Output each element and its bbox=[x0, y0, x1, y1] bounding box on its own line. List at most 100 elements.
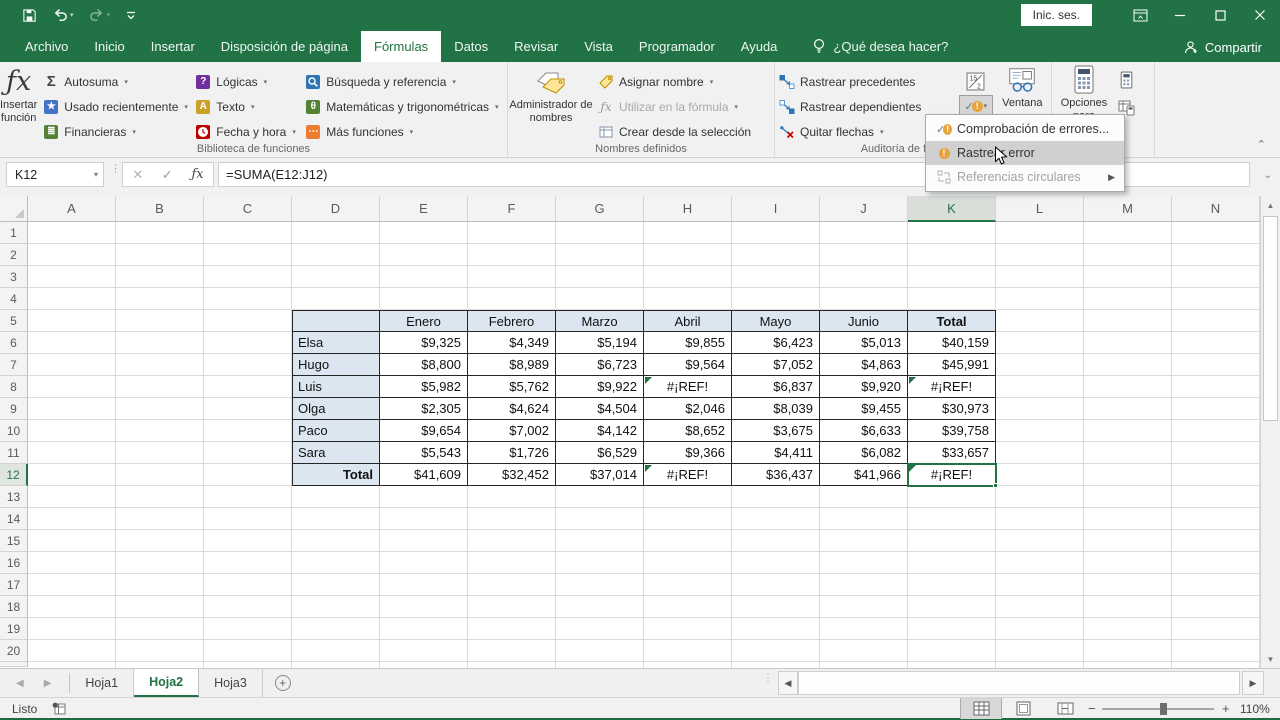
row-header-2[interactable]: 2 bbox=[0, 244, 28, 266]
sign-in-button[interactable]: Inic. ses. bbox=[1021, 4, 1092, 26]
row-header-13[interactable]: 13 bbox=[0, 486, 28, 508]
cell-H7[interactable]: $9,564 bbox=[644, 354, 732, 376]
scroll-down-button[interactable]: ▼ bbox=[1261, 650, 1280, 668]
column-header-B[interactable]: B bbox=[116, 196, 204, 222]
cancel-icon[interactable]: ✕ bbox=[132, 167, 143, 183]
cell-H5[interactable]: Abril bbox=[644, 310, 732, 332]
zoom-slider-thumb[interactable] bbox=[1160, 703, 1167, 715]
insert-function-fx-icon[interactable]: ƒx bbox=[191, 167, 203, 182]
zoom-level-label[interactable]: 110% bbox=[1240, 702, 1270, 716]
cell-G5[interactable]: Marzo bbox=[556, 310, 644, 332]
ribbon-button-matematicas-y-trigonometricas[interactable]: θMatemáticas y trigonométricas▾ bbox=[301, 94, 517, 119]
cell-E6[interactable]: $9,325 bbox=[380, 332, 468, 354]
ribbon-button-financieras[interactable]: ≣Financieras▾ bbox=[39, 119, 191, 144]
row-header-17[interactable]: 17 bbox=[0, 574, 28, 596]
cell-K9[interactable]: $30,973 bbox=[908, 398, 996, 420]
row-header-19[interactable]: 19 bbox=[0, 618, 28, 640]
column-header-H[interactable]: H bbox=[644, 196, 732, 222]
cell-D6[interactable]: Elsa bbox=[292, 332, 380, 354]
cell-K6[interactable]: $40,159 bbox=[908, 332, 996, 354]
row-header-18[interactable]: 18 bbox=[0, 596, 28, 618]
column-header-G[interactable]: G bbox=[556, 196, 644, 222]
name-box-dropdown-arrow[interactable]: ▾ bbox=[94, 170, 98, 179]
cell-F7[interactable]: $8,989 bbox=[468, 354, 556, 376]
column-header-E[interactable]: E bbox=[380, 196, 468, 222]
scroll-up-button[interactable]: ▲ bbox=[1261, 196, 1280, 214]
next-sheet-button[interactable]: ▶ bbox=[44, 678, 52, 689]
column-header-D[interactable]: D bbox=[292, 196, 380, 222]
cell-E8[interactable]: $5,982 bbox=[380, 376, 468, 398]
cell-D10[interactable]: Paco bbox=[292, 420, 380, 442]
tab-programador[interactable]: Programador bbox=[626, 31, 728, 62]
cell-G11[interactable]: $6,529 bbox=[556, 442, 644, 464]
undo-button[interactable]: ▾ bbox=[52, 8, 74, 22]
tab-archivo[interactable]: Archivo bbox=[12, 31, 81, 62]
tell-me-box[interactable]: ¿Qué desea hacer? bbox=[812, 38, 948, 62]
menu-item-rastrear-error[interactable]: !Rastrear error bbox=[926, 141, 1124, 165]
ribbon-button-fecha-y-hora[interactable]: Fecha y hora▾ bbox=[191, 119, 301, 144]
zoom-in-button[interactable]: + bbox=[1222, 701, 1230, 716]
cell-F11[interactable]: $1,726 bbox=[468, 442, 556, 464]
name-box[interactable]: K12 ▾ bbox=[6, 162, 104, 187]
fill-handle[interactable] bbox=[993, 483, 998, 488]
select-all-corner[interactable] bbox=[0, 196, 28, 222]
cell-H12[interactable]: #¡REF! bbox=[644, 464, 732, 486]
cell-E5[interactable]: Enero bbox=[380, 310, 468, 332]
zoom-out-button[interactable]: − bbox=[1088, 701, 1096, 716]
ribbon-button-usado-recientemente[interactable]: ★Usado recientemente▾ bbox=[39, 94, 191, 119]
row-header-8[interactable]: 8 bbox=[0, 376, 28, 398]
column-header-L[interactable]: L bbox=[996, 196, 1084, 222]
cell-G10[interactable]: $4,142 bbox=[556, 420, 644, 442]
previous-sheet-button[interactable]: ◀ bbox=[16, 678, 24, 689]
cell-F5[interactable]: Febrero bbox=[468, 310, 556, 332]
new-sheet-button[interactable]: + bbox=[275, 669, 291, 697]
vertical-scrollbar-thumb[interactable] bbox=[1263, 216, 1278, 421]
cell-F12[interactable]: $32,452 bbox=[468, 464, 556, 486]
cell-K5[interactable]: Total bbox=[908, 310, 996, 332]
tab-ayuda[interactable]: Ayuda bbox=[728, 31, 791, 62]
cell-E10[interactable]: $9,654 bbox=[380, 420, 468, 442]
ribbon-button-rastrear-precedentes[interactable]: Rastrear precedentes bbox=[775, 69, 958, 94]
cell-H6[interactable]: $9,855 bbox=[644, 332, 732, 354]
column-header-K[interactable]: K bbox=[908, 196, 996, 222]
cell-K11[interactable]: $33,657 bbox=[908, 442, 996, 464]
page-layout-view-button[interactable] bbox=[1002, 698, 1044, 719]
cell-J12[interactable]: $41,966 bbox=[820, 464, 908, 486]
cell-D11[interactable]: Sara bbox=[292, 442, 380, 464]
cell-I12[interactable]: $36,437 bbox=[732, 464, 820, 486]
cell-D7[interactable]: Hugo bbox=[292, 354, 380, 376]
minimize-button[interactable] bbox=[1160, 0, 1200, 30]
row-header-7[interactable]: 7 bbox=[0, 354, 28, 376]
ribbon-button-crear-desde-la-seleccion[interactable]: Crear desde la selección bbox=[594, 119, 755, 144]
row-header-14[interactable]: 14 bbox=[0, 508, 28, 530]
cell-J5[interactable]: Junio bbox=[820, 310, 908, 332]
horizontal-scrollbar-thumb[interactable] bbox=[801, 674, 1235, 692]
expand-formula-bar-button[interactable]: ⌄ bbox=[1264, 170, 1272, 181]
tab-split-handle[interactable]: ⋮ bbox=[763, 676, 773, 681]
cell-E11[interactable]: $5,543 bbox=[380, 442, 468, 464]
ribbon-button-logicas[interactable]: ?Lógicas▾ bbox=[191, 69, 301, 94]
collapse-ribbon-button[interactable]: ⌃ bbox=[1257, 138, 1266, 151]
cell-K12[interactable]: #¡REF! bbox=[908, 464, 996, 486]
show-formulas-button[interactable]: 152 bbox=[961, 69, 991, 93]
cell-K8[interactable]: #¡REF! bbox=[908, 376, 996, 398]
save-button[interactable] bbox=[22, 8, 37, 23]
ribbon-button-asignar-nombre[interactable]: Asignar nombre▾ bbox=[594, 69, 755, 94]
sheet-tab-hoja1[interactable]: Hoja1 bbox=[70, 669, 134, 697]
cell-F9[interactable]: $4,624 bbox=[468, 398, 556, 420]
cell-J9[interactable]: $9,455 bbox=[820, 398, 908, 420]
cell-I6[interactable]: $6,423 bbox=[732, 332, 820, 354]
row-header-9[interactable]: 9 bbox=[0, 398, 28, 420]
tab-revisar[interactable]: Revisar bbox=[501, 31, 571, 62]
column-header-A[interactable]: A bbox=[28, 196, 116, 222]
cell-J10[interactable]: $6,633 bbox=[820, 420, 908, 442]
hscroll-right-button[interactable]: ▶ bbox=[1242, 671, 1264, 695]
row-header-1[interactable]: 1 bbox=[0, 222, 28, 244]
vertical-scrollbar[interactable]: ▲ ▼ bbox=[1260, 196, 1280, 668]
column-header-N[interactable]: N bbox=[1172, 196, 1260, 222]
sheet-tab-hoja2[interactable]: Hoja2 bbox=[134, 669, 199, 697]
tab-inicio[interactable]: Inicio bbox=[81, 31, 137, 62]
cell-E9[interactable]: $2,305 bbox=[380, 398, 468, 420]
ribbon-button-texto[interactable]: ATexto▾ bbox=[191, 94, 301, 119]
cell-D9[interactable]: Olga bbox=[292, 398, 380, 420]
